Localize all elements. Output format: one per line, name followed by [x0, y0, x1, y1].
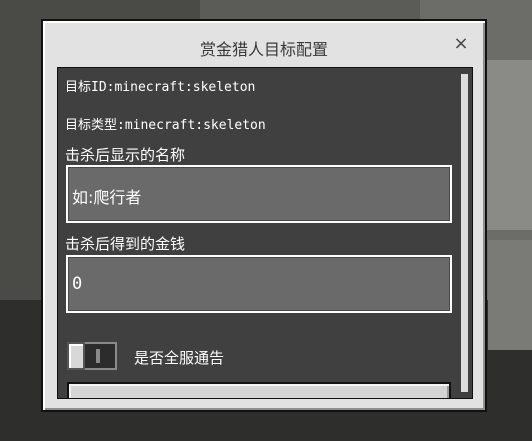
toggle-knob: [67, 342, 85, 370]
target-type-text: 目标类型:minecraft:skeleton: [65, 118, 266, 133]
broadcast-toggle-label: 是否全服通告: [134, 349, 225, 367]
dialog-title-bar: 赏金猎人目标配置 ×: [43, 21, 485, 69]
broadcast-toggle[interactable]: [67, 342, 117, 370]
scrollbar[interactable]: [461, 74, 468, 392]
toggle-off-mark: [96, 349, 100, 363]
target-id-text: 目标ID:minecraft:skeleton: [65, 80, 256, 95]
money-input[interactable]: 0: [66, 255, 452, 313]
submit-button[interactable]: 提交: [67, 382, 451, 398]
form-content: 目标ID:minecraft:skeleton 目标类型:minecraft:s…: [58, 68, 454, 398]
name-field-label: 击杀后显示的名称: [65, 146, 186, 164]
close-icon[interactable]: ×: [451, 33, 471, 55]
display-name-input[interactable]: 如:爬行者: [66, 165, 452, 223]
bounty-target-config-dialog: 赏金猎人目标配置 × 目标ID:minecraft:skeleton 目标类型:…: [41, 19, 487, 412]
form-panel: 目标ID:minecraft:skeleton 目标类型:minecraft:s…: [57, 67, 473, 399]
world-stone-block: [488, 240, 532, 350]
dialog-title: 赏金猎人目标配置: [199, 40, 328, 59]
money-field-label: 击杀后得到的金钱: [65, 235, 186, 253]
